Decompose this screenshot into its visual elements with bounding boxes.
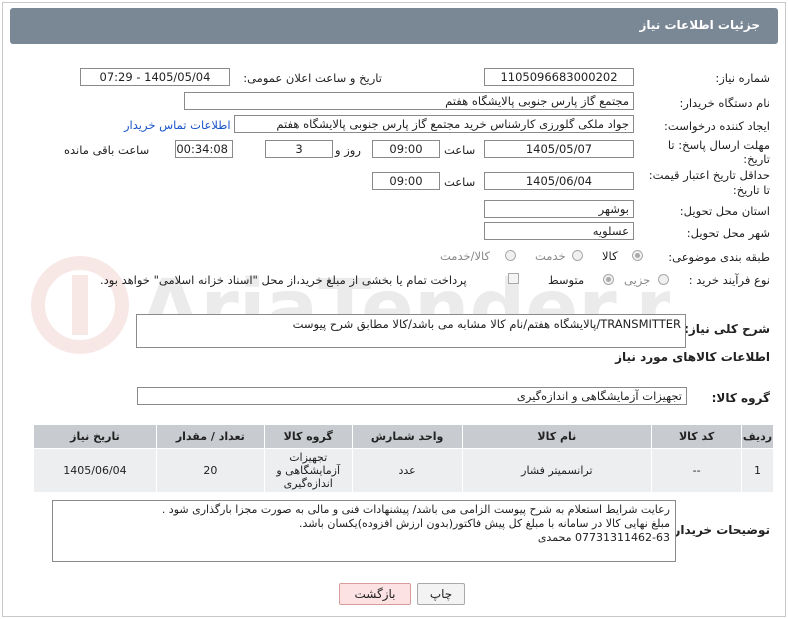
- col-header-name: نام کالا: [461, 424, 653, 449]
- process-option-medium: متوسط: [548, 273, 585, 287]
- category-option-service: خدمت: [535, 249, 566, 263]
- buyer-org-label: نام دستگاه خریدار:: [679, 96, 770, 110]
- announce-field: 1405/05/04 - 07:29: [80, 68, 230, 86]
- validity-time-field: 09:00: [372, 172, 440, 190]
- reply-date-field: 1405/05/07: [484, 140, 634, 158]
- process-option-minor: جزیی: [624, 273, 651, 287]
- buyer-org-field: مجتمع گاز پارس جنوبی پالایشگاه هفتم: [184, 92, 634, 110]
- col-header-date: تاریخ نیاز: [33, 424, 157, 449]
- need-number-label: شماره نیاز:: [715, 71, 770, 85]
- reply-deadline-label: مهلت ارسال پاسخ: تا: [667, 138, 770, 152]
- treasury-payment-checkbox[interactable]: [508, 273, 519, 284]
- goods-group-label: گروه کالا:: [711, 391, 770, 405]
- creator-field: جواد ملکی گلورزی کارشناس خرید مجتمع گاز …: [234, 115, 634, 133]
- process-label: نوع فرآیند خرید :: [688, 273, 770, 287]
- goods-info-title: اطلاعات کالاهای مورد نیاز: [615, 350, 770, 364]
- col-header-code: کد کالا: [651, 424, 743, 449]
- cell-row: 1: [741, 448, 774, 493]
- reply-deadline-label-2: تاریخ:: [743, 152, 770, 166]
- summary-text: TRANSMITTER/پالایشگاه هفتم/نام کالا مشاب…: [292, 317, 681, 331]
- category-radio-goods[interactable]: [632, 250, 643, 261]
- contact-buyer-link[interactable]: اطلاعات تماس خریدار: [124, 118, 231, 132]
- time-label: ساعت: [444, 143, 476, 157]
- print-button[interactable]: چاپ: [417, 583, 465, 605]
- col-header-group: گروه کالا: [263, 424, 353, 449]
- cell-date: 1405/06/04: [33, 448, 157, 493]
- category-option-goods: کالا: [602, 249, 618, 263]
- col-header-qty: تعداد / مقدار: [155, 424, 265, 449]
- day-and-label: روز و: [335, 143, 361, 157]
- cell-code: --: [651, 448, 743, 493]
- back-button[interactable]: بازگشت: [339, 583, 411, 605]
- province-field: بوشهر: [484, 200, 634, 218]
- province-label: استان محل تحویل:: [679, 204, 770, 218]
- category-radio-service[interactable]: [572, 250, 583, 261]
- city-label: شهر محل تحویل:: [686, 226, 770, 240]
- creator-label: ایجاد کننده درخواست:: [664, 119, 770, 133]
- process-radio-minor[interactable]: [658, 274, 669, 285]
- min-validity-label: حداقل تاریخ اعتبار قیمت:: [648, 168, 770, 182]
- cell-group: تجهیزات آزمایشگاهی و اندازه‌گیری: [263, 448, 353, 493]
- min-validity-label-2: تا تاریخ:: [732, 183, 770, 197]
- buyer-notes-label: توضیحات خریدار:: [668, 523, 770, 537]
- category-radio-both[interactable]: [505, 250, 516, 261]
- category-label: طبقه بندی موضوعی:: [668, 250, 770, 264]
- need-number-field: 1105096683000202: [484, 68, 634, 86]
- remaining-time-field: 00:34:08: [175, 140, 233, 158]
- buyer-note-line-2: مبلغ نهایی کالا در سامانه با مبلغ کل پیش…: [298, 517, 670, 530]
- validity-date-field: 1405/06/04: [484, 172, 634, 190]
- buyer-note-line-1: رعایت شرایط استعلام به شرح پیوست الزامی …: [161, 503, 670, 516]
- page-title: جزئیات اطلاعات نیاز: [639, 18, 760, 32]
- cell-name: ترانسمیتر فشار: [461, 448, 653, 493]
- process-radio-medium[interactable]: [603, 274, 614, 285]
- payment-note: پرداخت تمام یا بخشی از مبلغ خرید،از محل …: [100, 273, 467, 287]
- city-field: عسلویه: [484, 222, 634, 240]
- summary-textarea[interactable]: TRANSMITTER/پالایشگاه هفتم/نام کالا مشاب…: [136, 314, 686, 348]
- summary-label: شرح کلی نیاز:: [684, 322, 770, 336]
- days-field: 3: [265, 140, 333, 158]
- header-bar: جزئیات اطلاعات نیاز: [10, 8, 778, 44]
- table-row: 1 -- ترانسمیتر فشار عدد تجهیزات آزمایشگا…: [33, 448, 774, 493]
- col-header-row: ردیف: [741, 424, 774, 449]
- reply-time-field: 09:00: [372, 140, 440, 158]
- cell-qty: 20: [155, 448, 265, 493]
- cell-unit: عدد: [351, 448, 463, 493]
- remaining-label: ساعت باقی مانده: [64, 143, 150, 157]
- announce-label: تاریخ و ساعت اعلان عمومی:: [243, 71, 382, 85]
- col-header-unit: واحد شمارش: [351, 424, 463, 449]
- buyer-notes-textarea[interactable]: رعایت شرایط استعلام به شرح پیوست الزامی …: [52, 500, 676, 562]
- time-label-2: ساعت: [444, 175, 476, 189]
- goods-table: ردیف کد کالا نام کالا واحد شمارش گروه کا…: [33, 424, 774, 493]
- buyer-note-line-3: 07731311462-63 محمدی: [537, 531, 670, 544]
- category-option-both: کالا/خدمت: [440, 249, 491, 263]
- goods-group-field: تجهیزات آزمایشگاهی و اندازه‌گیری: [137, 387, 687, 405]
